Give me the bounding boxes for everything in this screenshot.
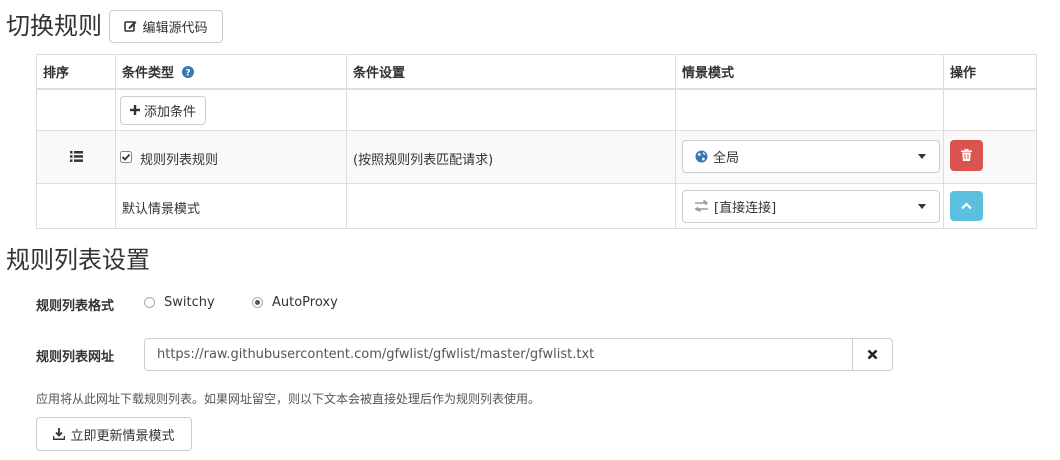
list-icon[interactable] — [70, 150, 83, 162]
rule-list-url-input[interactable]: https://raw.githubusercontent.com/gfwlis… — [145, 339, 855, 370]
download-icon — [53, 428, 66, 440]
format-option-autoproxy[interactable]: AutoProxy — [252, 295, 338, 310]
rule-condition-settings: (按照规则列表匹配请求) — [353, 152, 494, 168]
rule-list-settings-title: 规则列表设置 — [6, 246, 150, 274]
update-now-button[interactable]: 立即更新情景模式 — [36, 417, 192, 451]
help-text: 应用将从此网址下载规则列表。如果网址留空，则以下文本会被直接处理后作为规则列表使… — [36, 392, 541, 406]
header-order: 排序 — [36, 54, 116, 89]
default-profile-label: 默认情景模式 — [122, 201, 201, 217]
rule-profile-select[interactable]: 全局 — [682, 139, 940, 173]
update-now-label: 立即更新情景模式 — [70, 428, 175, 444]
edit-source-button[interactable]: 编辑源代码 — [109, 10, 223, 43]
clear-url-button[interactable] — [852, 339, 892, 370]
default-profile-row: 默认情景模式 [直接连接] — [36, 182, 1037, 229]
url-label: 规则列表网址 — [36, 350, 115, 365]
switch-rules-title: 切换规则 — [6, 12, 102, 40]
delete-rule-button[interactable] — [950, 139, 983, 171]
chevron-up-icon — [961, 201, 972, 209]
edit-icon — [124, 21, 137, 32]
rule-enabled-checkbox[interactable] — [120, 150, 132, 163]
clear-icon — [867, 349, 878, 360]
plus-icon — [129, 105, 140, 115]
add-condition-button[interactable]: 添加条件 — [120, 95, 206, 125]
globe-icon — [695, 150, 708, 162]
chevron-down-icon — [918, 204, 926, 209]
header-condition-settings: 条件设置 — [346, 54, 676, 89]
rule-profile-value: 全局 — [713, 150, 740, 166]
header-action: 操作 — [943, 54, 1037, 89]
header-condition-type: 条件类型 ? — [115, 54, 347, 89]
default-profile-value: [直接连接] — [714, 200, 777, 216]
move-up-button[interactable] — [950, 190, 983, 221]
autoproxy-radio[interactable] — [252, 297, 263, 308]
rules-table: 排序 条件类型 ? 条件设置 情景模式 操作 添加条件 规则列表规则 (按照规则… — [36, 54, 1037, 229]
rule-list-url-group: https://raw.githubusercontent.com/gfwlis… — [144, 338, 893, 371]
exchange-icon — [695, 200, 708, 212]
switchy-label: Switchy — [164, 295, 215, 310]
svg-text:?: ? — [185, 68, 190, 78]
chevron-down-icon — [918, 154, 926, 159]
header-profile: 情景模式 — [675, 54, 944, 89]
trash-icon — [961, 149, 972, 161]
switchy-radio[interactable] — [144, 297, 155, 308]
rule-type-label: 规则列表规则 — [140, 152, 219, 168]
edit-source-label: 编辑源代码 — [142, 21, 208, 36]
table-header-row: 排序 条件类型 ? 条件设置 情景模式 操作 — [36, 54, 1037, 89]
format-label: 规则列表格式 — [36, 299, 115, 314]
format-option-switchy[interactable]: Switchy — [144, 295, 215, 310]
table-row: 规则列表规则 (按照规则列表匹配请求) 全局 — [36, 129, 1037, 184]
header-condition-type-label: 条件类型 — [122, 65, 175, 81]
default-profile-select[interactable]: [直接连接] — [682, 189, 940, 223]
autoproxy-label: AutoProxy — [272, 295, 338, 310]
help-icon[interactable]: ? — [181, 65, 194, 78]
add-condition-label: 添加条件 — [143, 104, 196, 120]
add-condition-row: 添加条件 — [36, 88, 1037, 131]
